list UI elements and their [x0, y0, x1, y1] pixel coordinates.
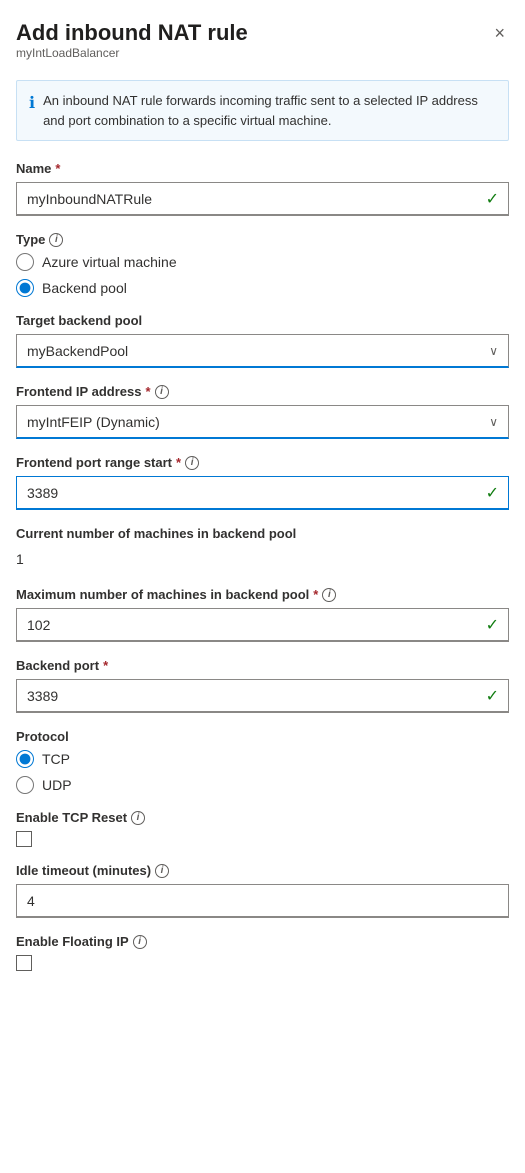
protocol-radio-tcp[interactable]	[16, 750, 34, 768]
tcp-reset-checkbox[interactable]	[16, 831, 32, 847]
floating-ip-checkbox[interactable]	[16, 955, 32, 971]
name-field-group: Name * ✓	[16, 161, 509, 216]
max-machines-label: Maximum number of machines in backend po…	[16, 587, 509, 602]
current-machines-group: Current number of machines in backend po…	[16, 526, 509, 571]
floating-ip-info-icon[interactable]: i	[133, 935, 147, 949]
frontend-ip-value: myIntFEIP (Dynamic)	[27, 414, 160, 430]
frontend-ip-arrow-icon: ∨	[489, 415, 498, 429]
idle-timeout-label: Idle timeout (minutes) i	[16, 863, 509, 878]
frontend-ip-dropdown-wrapper: myIntFEIP (Dynamic) ∨	[16, 405, 509, 439]
type-label: Type i	[16, 232, 509, 247]
protocol-udp-label: UDP	[42, 777, 72, 793]
page-subtitle: myIntLoadBalancer	[16, 46, 248, 60]
tcp-reset-info-icon[interactable]: i	[131, 811, 145, 825]
protocol-radio-group: TCP UDP	[16, 750, 509, 794]
type-field-group: Type i Azure virtual machine Backend poo…	[16, 232, 509, 297]
floating-ip-group: Enable Floating IP i	[16, 934, 509, 971]
frontend-port-input[interactable]	[16, 476, 509, 510]
backend-port-required: *	[103, 658, 108, 673]
type-option-vm[interactable]: Azure virtual machine	[16, 253, 509, 271]
type-radio-pool[interactable]	[16, 279, 34, 297]
type-option-pool[interactable]: Backend pool	[16, 279, 509, 297]
info-icon: ℹ	[29, 92, 35, 130]
max-machines-input[interactable]	[16, 608, 509, 642]
backend-port-input-wrapper: ✓	[16, 679, 509, 713]
max-machines-group: Maximum number of machines in backend po…	[16, 587, 509, 642]
max-machines-input-wrapper: ✓	[16, 608, 509, 642]
target-backend-pool-group: Target backend pool myBackendPool ∨	[16, 313, 509, 368]
floating-ip-checkbox-group	[16, 955, 509, 971]
max-machines-required: *	[313, 587, 318, 602]
tcp-reset-checkbox-group	[16, 831, 509, 847]
frontend-port-label: Frontend port range start * i	[16, 455, 509, 470]
backend-port-input[interactable]	[16, 679, 509, 713]
type-radio-vm[interactable]	[16, 253, 34, 271]
frontend-port-input-wrapper: ✓	[16, 476, 509, 510]
type-radio-pool-label: Backend pool	[42, 280, 127, 296]
backend-port-check-icon: ✓	[486, 686, 499, 706]
info-banner: ℹ An inbound NAT rule forwards incoming …	[16, 80, 509, 141]
frontend-port-check-icon: ✓	[486, 483, 499, 503]
page-title: Add inbound NAT rule	[16, 20, 248, 46]
name-required: *	[55, 161, 60, 176]
idle-timeout-input-wrapper	[16, 884, 509, 918]
current-machines-label: Current number of machines in backend po…	[16, 526, 509, 541]
protocol-label: Protocol	[16, 729, 509, 744]
target-backend-pool-dropdown-wrapper: myBackendPool ∨	[16, 334, 509, 368]
type-radio-group: Azure virtual machine Backend pool	[16, 253, 509, 297]
protocol-option-udp[interactable]: UDP	[16, 776, 509, 794]
type-radio-vm-label: Azure virtual machine	[42, 254, 177, 270]
frontend-ip-group: Frontend IP address * i myIntFEIP (Dynam…	[16, 384, 509, 439]
type-info-icon[interactable]: i	[49, 233, 63, 247]
target-backend-pool-dropdown[interactable]: myBackendPool ∨	[16, 334, 509, 368]
floating-ip-label: Enable Floating IP i	[16, 934, 509, 949]
protocol-group: Protocol TCP UDP	[16, 729, 509, 794]
backend-port-label: Backend port *	[16, 658, 509, 673]
info-text: An inbound NAT rule forwards incoming tr…	[43, 91, 496, 130]
current-machines-value: 1	[16, 547, 509, 571]
frontend-ip-label: Frontend IP address * i	[16, 384, 509, 399]
name-input-wrapper: ✓	[16, 182, 509, 216]
target-backend-pool-label: Target backend pool	[16, 313, 509, 328]
close-button[interactable]: ×	[490, 20, 509, 46]
protocol-radio-udp[interactable]	[16, 776, 34, 794]
tcp-reset-group: Enable TCP Reset i	[16, 810, 509, 847]
protocol-option-tcp[interactable]: TCP	[16, 750, 509, 768]
tcp-reset-label: Enable TCP Reset i	[16, 810, 509, 825]
max-machines-info-icon[interactable]: i	[322, 588, 336, 602]
protocol-tcp-label: TCP	[42, 751, 70, 767]
name-check-icon: ✓	[486, 189, 499, 209]
max-machines-check-icon: ✓	[486, 615, 499, 635]
frontend-ip-required: *	[145, 384, 150, 399]
name-label: Name *	[16, 161, 509, 176]
frontend-ip-info-icon[interactable]: i	[155, 385, 169, 399]
idle-timeout-info-icon[interactable]: i	[155, 864, 169, 878]
idle-timeout-input[interactable]	[16, 884, 509, 918]
backend-port-group: Backend port * ✓	[16, 658, 509, 713]
idle-timeout-group: Idle timeout (minutes) i	[16, 863, 509, 918]
target-backend-pool-value: myBackendPool	[27, 343, 128, 359]
name-input[interactable]	[16, 182, 509, 216]
frontend-ip-dropdown[interactable]: myIntFEIP (Dynamic) ∨	[16, 405, 509, 439]
target-backend-pool-arrow-icon: ∨	[489, 344, 498, 358]
frontend-port-group: Frontend port range start * i ✓	[16, 455, 509, 510]
frontend-port-info-icon[interactable]: i	[185, 456, 199, 470]
panel-header: Add inbound NAT rule myIntLoadBalancer ×	[16, 20, 509, 76]
frontend-port-required: *	[176, 455, 181, 470]
